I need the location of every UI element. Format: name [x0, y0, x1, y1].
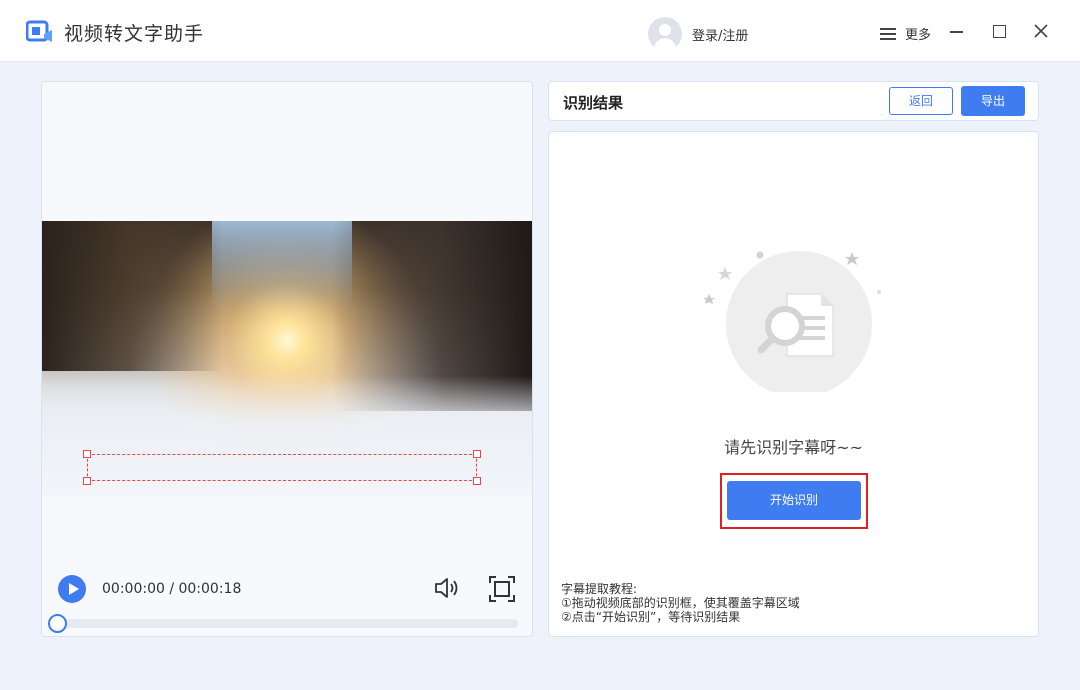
empty-state-message: 请先识别字幕呀~~	[724, 438, 863, 457]
app-logo-icon	[26, 20, 52, 42]
login-register-link[interactable]: 登录/注册	[692, 25, 748, 44]
more-label: 更多	[905, 28, 932, 43]
playback-time: 00:00:00 / 00:00:18	[102, 581, 242, 597]
close-icon[interactable]	[1032, 22, 1050, 40]
title-bar: 视频转文字助手 登录/注册 更多	[0, 0, 1080, 62]
empty-search-document-icon	[703, 251, 881, 392]
video-preview[interactable]	[42, 221, 532, 496]
result-title: 识别结果	[563, 94, 624, 112]
app-title: 视频转文字助手	[64, 23, 205, 45]
minimize-button[interactable]	[948, 22, 966, 40]
play-button[interactable]	[58, 575, 86, 603]
resize-handle[interactable]	[83, 450, 91, 458]
tutorial-step-2: ②点击“开始识别”，等待识别结果	[561, 610, 741, 624]
fullscreen-icon[interactable]	[489, 576, 515, 602]
volume-icon[interactable]	[434, 576, 462, 600]
hamburger-menu-icon	[880, 27, 896, 40]
resize-handle[interactable]	[473, 477, 481, 485]
subtitle-selection-box[interactable]	[83, 450, 481, 485]
result-panel: 请先识别字幕呀~~ 开始识别 字幕提取教程: ①拖动视频底部的识别框，使其覆盖字…	[548, 131, 1039, 637]
tutorial-step-1: ①拖动视频底部的识别框，使其覆盖字幕区域	[561, 596, 800, 610]
result-header: 识别结果 返回 导出	[548, 81, 1039, 121]
maximize-button[interactable]	[990, 22, 1008, 40]
tutorial-heading: 字幕提取教程:	[561, 582, 638, 596]
start-recognition-button[interactable]: 开始识别	[727, 481, 861, 520]
avatar[interactable]	[648, 17, 682, 51]
video-panel: 00:00:00 / 00:00:18	[41, 81, 533, 637]
resize-handle[interactable]	[83, 477, 91, 485]
export-button[interactable]: 导出	[961, 86, 1025, 116]
resize-handle[interactable]	[473, 450, 481, 458]
login-area[interactable]: 登录/注册	[648, 17, 748, 51]
progress-handle[interactable]	[48, 614, 67, 633]
back-button[interactable]: 返回	[889, 87, 953, 115]
progress-bar[interactable]	[56, 619, 518, 628]
more-menu-button[interactable]: 更多	[880, 24, 931, 43]
tutorial-text: 字幕提取教程: ①拖动视频底部的识别框，使其覆盖字幕区域 ②点击“开始识别”，等…	[561, 582, 800, 624]
